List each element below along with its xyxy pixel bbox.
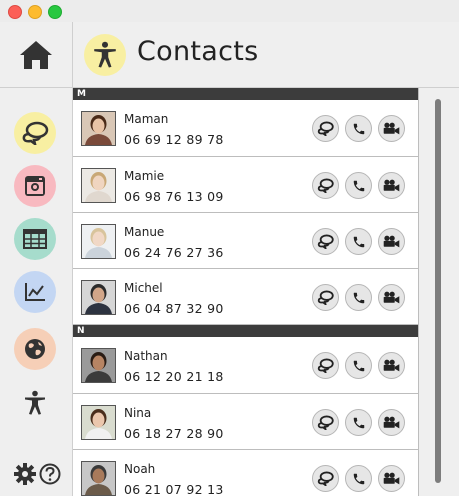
avatar <box>81 224 116 259</box>
contact-row[interactable]: Michel 06 04 87 32 90 <box>73 269 418 325</box>
home-button[interactable] <box>0 22 72 88</box>
contact-row[interactable]: Nina 06 18 27 28 90 <box>73 394 418 450</box>
gear-icon[interactable] <box>13 462 37 486</box>
phone-icon <box>353 180 364 191</box>
contact-list[interactable]: M Maman 06 69 12 89 78 Mamie 06 98 76 13 09 M… <box>73 88 419 496</box>
avatar <box>81 461 116 496</box>
call-button[interactable] <box>345 172 372 199</box>
chat-bubbles-icon <box>317 178 334 193</box>
contact-phone: 06 98 76 13 09 <box>124 189 224 204</box>
phone-icon <box>353 236 364 247</box>
call-button[interactable] <box>345 115 372 142</box>
phone-icon <box>353 123 364 134</box>
contact-name: Manue <box>124 225 165 239</box>
minimize-window-button[interactable] <box>28 5 42 19</box>
sidebar-item-accessibility[interactable] <box>14 382 56 424</box>
message-button[interactable] <box>312 284 339 311</box>
instagram-icon <box>25 176 45 196</box>
call-button[interactable] <box>345 465 372 492</box>
chat-bubbles-icon <box>317 471 334 486</box>
close-window-button[interactable] <box>8 5 22 19</box>
sidebar-item-web[interactable] <box>14 328 56 370</box>
phone-icon <box>353 292 364 303</box>
contact-name: Michel <box>124 281 163 295</box>
header-icon-badge <box>84 34 126 76</box>
sidebar-item-messages[interactable] <box>14 112 56 154</box>
chat-bubbles-icon <box>22 121 49 145</box>
contact-phone: 06 04 87 32 90 <box>124 301 224 316</box>
call-button[interactable] <box>345 352 372 379</box>
contact-row[interactable]: Manue 06 24 76 27 36 <box>73 213 418 269</box>
avatar <box>81 405 116 440</box>
person-icon <box>94 41 116 68</box>
sidebar-item-stats[interactable] <box>14 271 56 313</box>
video-call-button[interactable] <box>378 409 405 436</box>
call-button[interactable] <box>345 284 372 311</box>
call-button[interactable] <box>345 409 372 436</box>
line-chart-icon <box>25 283 45 301</box>
video-camera-icon <box>383 179 400 192</box>
contact-name: Nathan <box>124 349 168 363</box>
page-title: Contacts <box>137 36 259 67</box>
video-camera-icon <box>383 416 400 429</box>
video-camera-icon <box>383 122 400 135</box>
phone-icon <box>353 417 364 428</box>
video-camera-icon <box>383 235 400 248</box>
chat-bubbles-icon <box>317 121 334 136</box>
message-button[interactable] <box>312 465 339 492</box>
section-header: M <box>73 88 418 100</box>
maximize-window-button[interactable] <box>48 5 62 19</box>
message-button[interactable] <box>312 409 339 436</box>
video-call-button[interactable] <box>378 115 405 142</box>
avatar <box>81 168 116 203</box>
avatar <box>81 111 116 146</box>
contact-row[interactable]: Mamie 06 98 76 13 09 <box>73 157 418 213</box>
home-icon <box>20 40 52 69</box>
message-button[interactable] <box>312 115 339 142</box>
video-call-button[interactable] <box>378 352 405 379</box>
phone-icon <box>353 473 364 484</box>
contact-name: Mamie <box>124 169 165 183</box>
phone-icon <box>353 360 364 371</box>
avatar <box>81 348 116 383</box>
person-icon <box>25 390 45 415</box>
message-button[interactable] <box>312 352 339 379</box>
video-camera-icon <box>383 291 400 304</box>
contact-phone: 06 21 07 92 13 <box>124 482 224 496</box>
sidebar-item-calendar[interactable] <box>14 218 56 260</box>
contact-row[interactable]: Maman 06 69 12 89 78 <box>73 100 418 157</box>
chat-bubbles-icon <box>317 415 334 430</box>
page-header: Contacts <box>73 22 459 88</box>
video-camera-icon <box>383 472 400 485</box>
avatar <box>81 280 116 315</box>
contact-name: Noah <box>124 462 156 476</box>
chat-bubbles-icon <box>317 358 334 373</box>
grid-table-icon <box>23 229 47 249</box>
call-button[interactable] <box>345 228 372 255</box>
contact-phone: 06 12 20 21 18 <box>124 369 224 384</box>
contact-name: Nina <box>124 406 152 420</box>
scrollbar-thumb[interactable] <box>435 99 441 483</box>
video-camera-icon <box>383 359 400 372</box>
title-bar <box>0 0 459 23</box>
section-header: N <box>73 325 418 337</box>
contact-phone: 06 24 76 27 36 <box>124 245 224 260</box>
message-button[interactable] <box>312 228 339 255</box>
sidebar-item-instagram[interactable] <box>14 165 56 207</box>
sidebar <box>0 22 73 496</box>
video-call-button[interactable] <box>378 228 405 255</box>
contact-phone: 06 69 12 89 78 <box>124 132 224 147</box>
video-call-button[interactable] <box>378 284 405 311</box>
video-call-button[interactable] <box>378 172 405 199</box>
message-button[interactable] <box>312 172 339 199</box>
contact-row[interactable]: Noah 06 21 07 92 13 <box>73 450 418 496</box>
contact-name: Maman <box>124 112 169 126</box>
chat-bubbles-icon <box>317 234 334 249</box>
chat-bubbles-icon <box>317 290 334 305</box>
globe-icon <box>25 339 45 359</box>
contact-phone: 06 18 27 28 90 <box>124 426 224 441</box>
help-icon[interactable] <box>39 463 61 485</box>
contact-row[interactable]: Nathan 06 12 20 21 18 <box>73 337 418 394</box>
video-call-button[interactable] <box>378 465 405 492</box>
